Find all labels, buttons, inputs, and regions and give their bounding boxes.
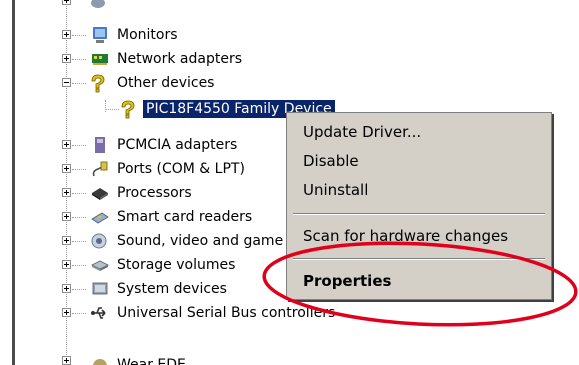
smart-card-icon [91,212,109,224]
tree-item-usb-controllers[interactable]: Universal Serial Bus controllers [0,302,400,324]
tree-item-label: Wear EDE [117,357,186,365]
tree-item-partial-bottom[interactable]: Wear EDE [0,326,400,365]
expand-toggle[interactable] [62,54,71,63]
expand-toggle[interactable] [62,236,71,245]
expand-toggle[interactable] [62,164,71,173]
tree-item-label: System devices [117,281,227,297]
tree-item-label: Storage volumes [117,257,236,273]
collapse-toggle[interactable] [62,78,71,87]
pcmcia-icon [95,137,105,153]
menu-separator [293,258,545,260]
usb-icon [91,307,106,319]
sound-icon [91,233,107,249]
storage-icon [91,260,109,271]
tree-item-partial [0,0,400,12]
tree-item-label: Smart card readers [117,209,253,225]
menu-item-uninstall[interactable]: Uninstall [303,180,368,200]
tree-item-label: Ports (COM & LPT) [117,161,245,177]
device-icon [93,359,107,365]
expand-toggle[interactable] [62,188,71,197]
expand-toggle[interactable] [62,356,71,365]
menu-separator [293,213,545,215]
port-icon [92,161,108,177]
tree-item-label: PCMCIA adapters [117,137,238,153]
expand-toggle[interactable] [62,212,71,221]
tree-item-monitors[interactable]: Monitors [0,24,400,46]
expand-toggle[interactable] [62,140,71,149]
expand-toggle[interactable] [62,284,71,293]
menu-item-scan[interactable]: Scan for hardware changes [303,226,508,246]
tree-item-label: Other devices [117,75,215,91]
expand-toggle [62,0,71,5]
processor-icon [92,188,108,200]
monitor-icon [93,27,107,43]
unknown-device-icon [91,74,105,93]
network-adapter-icon [92,54,108,65]
context-menu: Update Driver... Disable Uninstall Scan … [286,112,552,300]
system-device-icon [92,282,108,295]
expand-toggle[interactable] [62,30,71,39]
tree-item-label: Monitors [117,27,178,43]
menu-item-disable[interactable]: Disable [303,151,359,171]
device-icon [91,0,105,8]
menu-item-properties[interactable]: Properties [303,271,391,291]
tree-item-other-devices[interactable]: Other devices [0,72,400,94]
expand-toggle[interactable] [62,308,71,317]
tree-item-label: Processors [117,185,192,201]
expand-toggle[interactable] [62,260,71,269]
tree-item-label: Universal Serial Bus controllers [117,305,336,321]
tree-item-network-adapters[interactable]: Network adapters [0,48,400,70]
tree-item-label: Network adapters [117,51,242,67]
menu-item-update-driver[interactable]: Update Driver... [303,122,421,142]
unknown-device-icon [121,100,135,119]
